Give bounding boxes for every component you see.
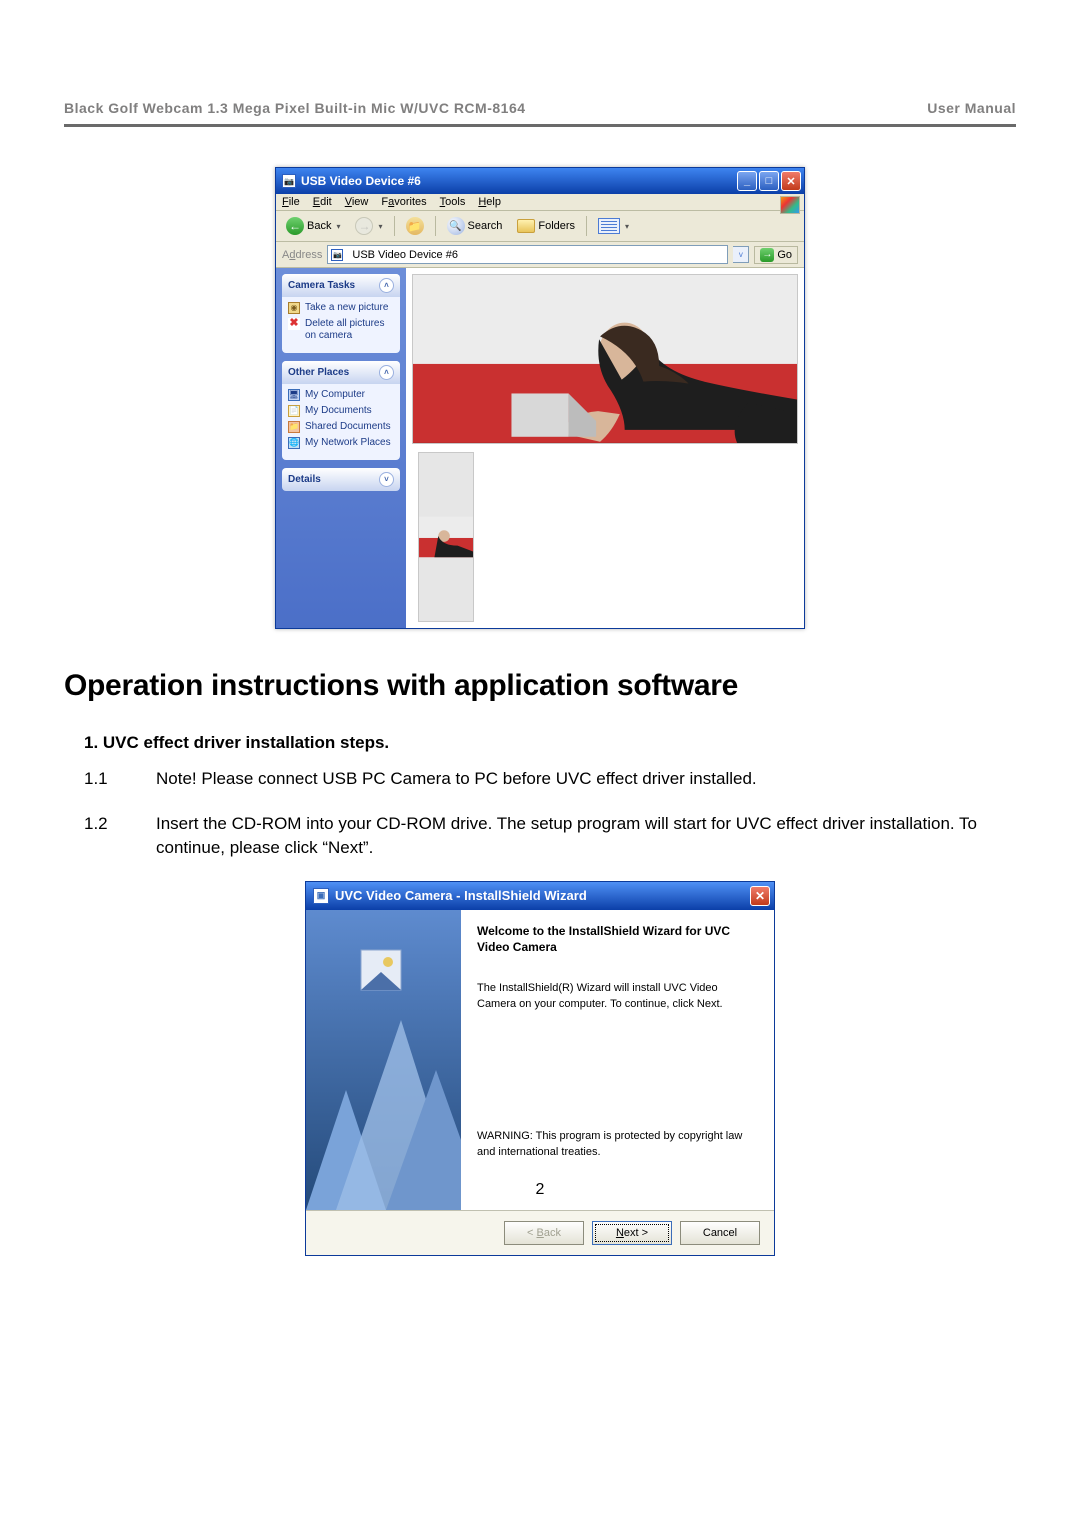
address-dropdown[interactable]: v xyxy=(733,246,749,263)
wizard-content: Welcome to the InstallShield Wizard for … xyxy=(461,910,774,1210)
header-right: User Manual xyxy=(927,100,1016,116)
network-places-link[interactable]: 🌐My Network Places xyxy=(288,437,394,449)
camera-tasks-pane: Camera Tasks˄ ◉Take a new picture ✖Delet… xyxy=(282,274,400,353)
step-1-1: 1.1Note! Please connect USB PC Camera to… xyxy=(120,767,1016,792)
wizard-screenshot: ▣ UVC Video Camera - InstallShield Wizar… xyxy=(64,881,1016,1256)
section-heading: Operation instructions with application … xyxy=(64,669,1016,703)
content-area xyxy=(406,268,804,628)
my-documents-link[interactable]: 📄My Documents xyxy=(288,405,394,417)
camera-icon: ◉ xyxy=(288,302,300,314)
next-button[interactable]: Next > xyxy=(592,1221,672,1245)
window-title: USB Video Device #6 xyxy=(301,174,737,188)
wizard-footer: < Back Next > Cancel xyxy=(306,1210,774,1255)
back-button: < Back xyxy=(504,1221,584,1245)
wizard-titlebar[interactable]: ▣ UVC Video Camera - InstallShield Wizar… xyxy=(306,882,774,910)
search-icon: 🔍 xyxy=(447,217,465,235)
address-label: Address xyxy=(282,249,322,261)
menu-help[interactable]: Help xyxy=(478,196,501,208)
up-button[interactable]: 📁 xyxy=(402,215,428,237)
installer-icon: ▣ xyxy=(313,888,329,904)
wizard-sidebar-image xyxy=(306,910,461,1210)
toolbar: ← Back ▾ → ▾ 📁 🔍 Search Folders ▾ xyxy=(276,211,804,242)
task-sidebar: Camera Tasks˄ ◉Take a new picture ✖Delet… xyxy=(276,268,406,628)
forward-icon: → xyxy=(355,217,373,235)
views-button[interactable]: ▾ xyxy=(594,216,633,236)
header-left: Black Golf Webcam 1.3 Mega Pixel Built-i… xyxy=(64,100,526,116)
camera-icon: 📷 xyxy=(331,249,343,261)
header-rule xyxy=(64,124,1016,127)
windows-flag-icon xyxy=(780,196,800,214)
go-button[interactable]: → Go xyxy=(754,246,798,264)
menubar: File Edit View Favorites Tools Help xyxy=(276,194,804,211)
step-1-title: 1. UVC effect driver installation steps. xyxy=(84,733,1016,753)
menu-favorites[interactable]: Favorites xyxy=(381,196,426,208)
menu-view[interactable]: View xyxy=(345,196,369,208)
delete-all-link[interactable]: ✖Delete all pictures on camera xyxy=(288,318,394,342)
forward-button[interactable]: → ▾ xyxy=(351,215,386,237)
chevron-down-icon: ▾ xyxy=(378,222,382,231)
chevron-down-icon: ▾ xyxy=(625,222,629,231)
page-number: 2 xyxy=(0,1181,1080,1199)
wizard-heading: Welcome to the InstallShield Wizard for … xyxy=(477,924,758,955)
step-1-2: 1.2Insert the CD-ROM into your CD-ROM dr… xyxy=(120,812,1016,861)
back-icon: ← xyxy=(286,217,304,235)
close-button[interactable]: ✕ xyxy=(781,171,801,191)
camera-icon: 📷 xyxy=(282,174,296,188)
other-places-pane: Other Places˄ 🖥My Computer 📄My Documents… xyxy=(282,361,400,460)
installshield-wizard: ▣ UVC Video Camera - InstallShield Wizar… xyxy=(305,881,775,1256)
collapse-icon[interactable]: ˄ xyxy=(379,365,394,380)
folders-icon xyxy=(517,219,535,233)
camera-preview xyxy=(412,274,798,444)
menu-file[interactable]: File xyxy=(282,196,300,208)
expand-icon[interactable]: ˅ xyxy=(379,472,394,487)
chevron-down-icon: ▾ xyxy=(336,222,340,231)
xp-window: 📷 USB Video Device #6 _ □ ✕ File Edit Vi… xyxy=(275,167,805,629)
minimize-button[interactable]: _ xyxy=(737,171,757,191)
views-icon xyxy=(598,218,620,234)
collapse-icon[interactable]: ˄ xyxy=(379,278,394,293)
menu-edit[interactable]: Edit xyxy=(313,196,332,208)
delete-icon: ✖ xyxy=(288,318,300,330)
documents-icon: 📄 xyxy=(288,405,300,417)
document-header: Black Golf Webcam 1.3 Mega Pixel Built-i… xyxy=(64,100,1016,116)
maximize-button[interactable]: □ xyxy=(759,171,779,191)
folders-button[interactable]: Folders xyxy=(513,217,579,235)
details-pane: Details˅ xyxy=(282,468,400,491)
menu-tools[interactable]: Tools xyxy=(440,196,466,208)
network-icon: 🌐 xyxy=(288,437,300,449)
shared-folder-icon: 📁 xyxy=(288,421,300,433)
computer-icon: 🖥 xyxy=(288,389,300,401)
address-bar: Address 📷 USB Video Device #6 v → Go xyxy=(276,242,804,268)
cancel-button[interactable]: Cancel xyxy=(680,1221,760,1245)
my-computer-link[interactable]: 🖥My Computer xyxy=(288,389,394,401)
back-button[interactable]: ← Back ▾ xyxy=(282,215,344,237)
xp-titlebar[interactable]: 📷 USB Video Device #6 _ □ ✕ xyxy=(276,168,804,194)
search-button[interactable]: 🔍 Search xyxy=(443,215,507,237)
close-button[interactable]: ✕ xyxy=(750,886,770,906)
explorer-screenshot: 📷 USB Video Device #6 _ □ ✕ File Edit Vi… xyxy=(64,167,1016,629)
take-picture-link[interactable]: ◉Take a new picture xyxy=(288,302,394,314)
address-field[interactable]: 📷 USB Video Device #6 xyxy=(327,245,728,264)
go-icon: → xyxy=(760,248,774,262)
wizard-warning: WARNING: This program is protected by co… xyxy=(477,1129,758,1160)
thumbnail[interactable] xyxy=(418,452,474,622)
folder-up-icon: 📁 xyxy=(406,217,424,235)
wizard-body-text: The InstallShield(R) Wizard will install… xyxy=(477,981,758,1012)
shared-documents-link[interactable]: 📁Shared Documents xyxy=(288,421,394,433)
